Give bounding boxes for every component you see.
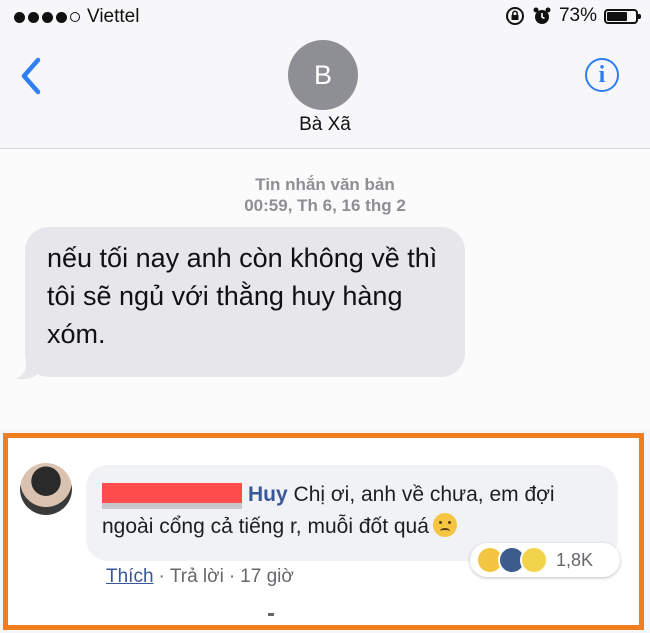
redacted-name	[102, 483, 242, 509]
facebook-comment-highlight: Huy Chị ơi, anh về chưa, em đợi ngoài cổ…	[3, 433, 644, 630]
conversation-header: B Bà Xã i	[0, 34, 650, 149]
message-timestamp: 00:59, Th 6, 16 thg 2	[244, 196, 406, 215]
comment-time: 17 giờ	[240, 566, 294, 587]
message-type-label: Tin nhắn văn bản	[255, 175, 395, 194]
info-symbol: i	[598, 61, 606, 88]
contact-name[interactable]: Bà Xã	[0, 114, 650, 136]
status-bar: Viettel 73%	[0, 0, 650, 34]
battery-percentage: 73%	[558, 5, 597, 26]
contact-avatar[interactable]: B	[288, 40, 358, 110]
sad-reaction-icon	[520, 546, 548, 574]
alarm-icon	[533, 7, 551, 24]
sad-face-emoji-icon	[432, 513, 457, 537]
divider-mark	[268, 613, 274, 616]
rotation-lock-icon	[505, 7, 524, 25]
reaction-summary[interactable]: 1,8K	[470, 543, 620, 577]
commenter-name[interactable]: Huy	[248, 483, 288, 506]
battery-icon	[604, 8, 641, 24]
reaction-count: 1,8K	[556, 549, 594, 570]
info-icon[interactable]: i	[585, 58, 619, 92]
incoming-message-bubble[interactable]: nếu tối nay anh còn không về thì tôi sẽ …	[25, 227, 465, 377]
comment-actions: Thích · Trả lời · 17 giờ	[106, 566, 294, 587]
message-text: nếu tối nay anh còn không về thì tôi sẽ …	[47, 243, 438, 349]
reply-link[interactable]: Trả lời	[170, 566, 224, 587]
chevron-left-icon[interactable]	[16, 56, 46, 96]
battery-level	[607, 11, 628, 21]
commenter-avatar[interactable]	[20, 463, 72, 515]
message-thread: Tin nhắn văn bản 00:59, Th 6, 16 thg 2 n…	[0, 149, 650, 429]
avatar-letter: B	[313, 59, 332, 90]
like-link[interactable]: Thích	[106, 566, 154, 587]
carrier-name: Viettel	[87, 6, 140, 27]
signal-strength-icon	[14, 11, 80, 23]
